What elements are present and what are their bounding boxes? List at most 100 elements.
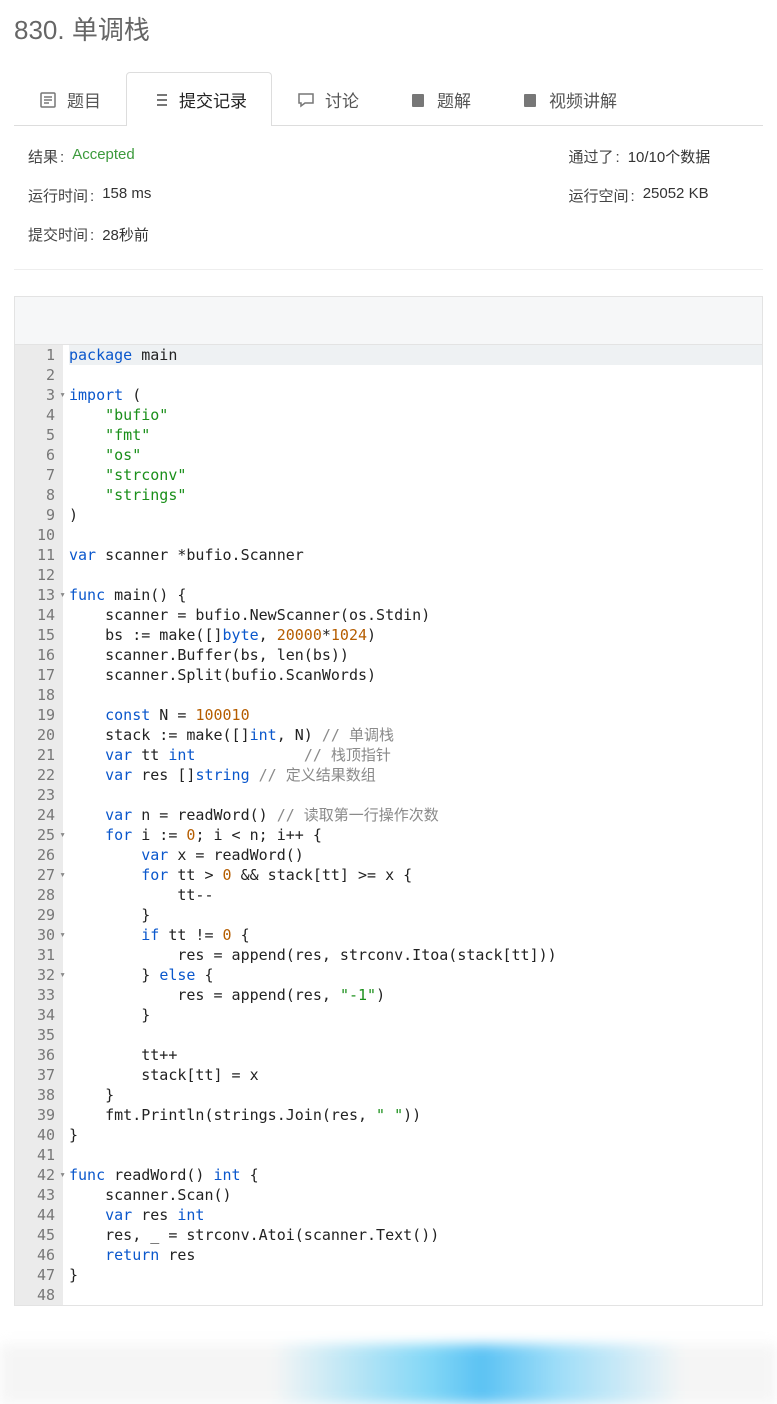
code-line[interactable]: func main() {	[69, 585, 762, 605]
code-line[interactable]	[69, 365, 762, 385]
code-line[interactable]: }	[69, 1125, 762, 1145]
code-line[interactable]: bs := make([]byte, 20000*1024)	[69, 625, 762, 645]
line-number: 13	[23, 585, 55, 605]
line-number: 3	[23, 385, 55, 405]
code-editor[interactable]: 1234567891011121314151617181920212223242…	[14, 296, 763, 1306]
code-line[interactable]: const N = 100010	[69, 705, 762, 725]
code-line[interactable]: var x = readWord()	[69, 845, 762, 865]
line-number: 35	[23, 1025, 55, 1045]
pass-row: 通过了 10/10个数据	[389, 146, 711, 167]
code-line[interactable]	[69, 525, 762, 545]
code-line[interactable]: }	[69, 1005, 762, 1025]
line-number: 48	[23, 1285, 55, 1305]
line-number: 43	[23, 1185, 55, 1205]
code-line[interactable]: var res int	[69, 1205, 762, 1225]
line-number: 31	[23, 945, 55, 965]
code-line[interactable]	[69, 1285, 762, 1305]
line-number: 11	[23, 545, 55, 565]
code-line[interactable]: }	[69, 1265, 762, 1285]
code-line[interactable]: "os"	[69, 445, 762, 465]
code-line[interactable]: tt--	[69, 885, 762, 905]
code-line[interactable]: stack[tt] = x	[69, 1065, 762, 1085]
line-number: 4	[23, 405, 55, 425]
submit-time-label: 提交时间	[28, 224, 94, 245]
code-line[interactable]	[69, 1025, 762, 1045]
line-number: 37	[23, 1065, 55, 1085]
tab-label: 讨论	[325, 87, 359, 112]
time-row: 运行时间 158 ms	[28, 185, 389, 206]
space-value: 25052 KB	[643, 185, 709, 206]
code-line[interactable]: } else {	[69, 965, 762, 985]
code-line[interactable]: )	[69, 505, 762, 525]
code-line[interactable]: scanner.Scan()	[69, 1185, 762, 1205]
code-line[interactable]: res, _ = strconv.Atoi(scanner.Text())	[69, 1225, 762, 1245]
line-number: 2	[23, 365, 55, 385]
code-line[interactable]: scanner.Split(bufio.ScanWords)	[69, 665, 762, 685]
code-line[interactable]: }	[69, 1085, 762, 1105]
space-row: 运行空间 25052 KB	[389, 185, 709, 206]
code-line[interactable]	[69, 1145, 762, 1165]
code-line[interactable]: for tt > 0 && stack[tt] >= x {	[69, 865, 762, 885]
code-line[interactable]: var tt int // 栈顶指针	[69, 745, 762, 765]
line-number: 33	[23, 985, 55, 1005]
code-line[interactable]: scanner = bufio.NewScanner(os.Stdin)	[69, 605, 762, 625]
code-line[interactable]: var n = readWord() // 读取第一行操作次数	[69, 805, 762, 825]
code-line[interactable]: for i := 0; i < n; i++ {	[69, 825, 762, 845]
code-line[interactable]: res = append(res, "-1")	[69, 985, 762, 1005]
code-line[interactable]: if tt != 0 {	[69, 925, 762, 945]
line-number: 8	[23, 485, 55, 505]
submit-time-row: 提交时间 28秒前	[28, 224, 389, 245]
line-number: 29	[23, 905, 55, 925]
code-line[interactable]: "strings"	[69, 485, 762, 505]
line-gutter: 1234567891011121314151617181920212223242…	[15, 345, 63, 1305]
code-line[interactable]: import (	[69, 385, 762, 405]
tab-submissions[interactable]: 提交记录	[126, 72, 272, 126]
line-number: 7	[23, 465, 55, 485]
line-number: 22	[23, 765, 55, 785]
code-line[interactable]	[69, 565, 762, 585]
code-area[interactable]: package mainimport ( "bufio" "fmt" "os" …	[63, 345, 762, 1305]
footer-decoration	[0, 1344, 777, 1404]
code-line[interactable]: var scanner *bufio.Scanner	[69, 545, 762, 565]
line-number: 23	[23, 785, 55, 805]
code-line[interactable]: }	[69, 905, 762, 925]
code-line[interactable]: "fmt"	[69, 425, 762, 445]
line-number: 17	[23, 665, 55, 685]
tab-video[interactable]: 视频讲解	[496, 72, 642, 126]
line-number: 34	[23, 1005, 55, 1025]
space-label: 运行空间	[569, 185, 635, 206]
line-number: 40	[23, 1125, 55, 1145]
line-number: 36	[23, 1045, 55, 1065]
tab-problem[interactable]: 题目	[14, 72, 126, 126]
code-line[interactable]: "strconv"	[69, 465, 762, 485]
line-number: 45	[23, 1225, 55, 1245]
code-line[interactable]: package main	[69, 345, 762, 365]
list-icon	[151, 92, 169, 108]
time-value: 158 ms	[102, 185, 151, 206]
code-line[interactable]: func readWord() int {	[69, 1165, 762, 1185]
code-line[interactable]: return res	[69, 1245, 762, 1265]
line-number: 15	[23, 625, 55, 645]
line-number: 21	[23, 745, 55, 765]
tab-discuss[interactable]: 讨论	[272, 72, 384, 126]
code-line[interactable]	[69, 785, 762, 805]
code-line[interactable]	[69, 685, 762, 705]
code-line[interactable]: scanner.Buffer(bs, len(bs))	[69, 645, 762, 665]
line-number: 46	[23, 1245, 55, 1265]
code-line[interactable]: tt++	[69, 1045, 762, 1065]
tab-label: 提交记录	[179, 87, 247, 112]
line-number: 41	[23, 1145, 55, 1165]
tab-label: 题目	[67, 87, 101, 112]
tab-label: 视频讲解	[549, 87, 617, 112]
code-line[interactable]: var res []string // 定义结果数组	[69, 765, 762, 785]
pass-value: 10/10个数据	[628, 146, 711, 167]
tabs: 题目 提交记录 讨论 题解 视频讲解	[14, 71, 763, 126]
result-row: 结果 Accepted	[28, 146, 389, 167]
pass-label: 通过了	[569, 146, 620, 167]
code-line[interactable]: "bufio"	[69, 405, 762, 425]
code-line[interactable]: res = append(res, strconv.Itoa(stack[tt]…	[69, 945, 762, 965]
code-line[interactable]: fmt.Println(strings.Join(res, " "))	[69, 1105, 762, 1125]
code-line[interactable]: stack := make([]int, N) // 单调栈	[69, 725, 762, 745]
line-number: 38	[23, 1085, 55, 1105]
tab-solution[interactable]: 题解	[384, 72, 496, 126]
